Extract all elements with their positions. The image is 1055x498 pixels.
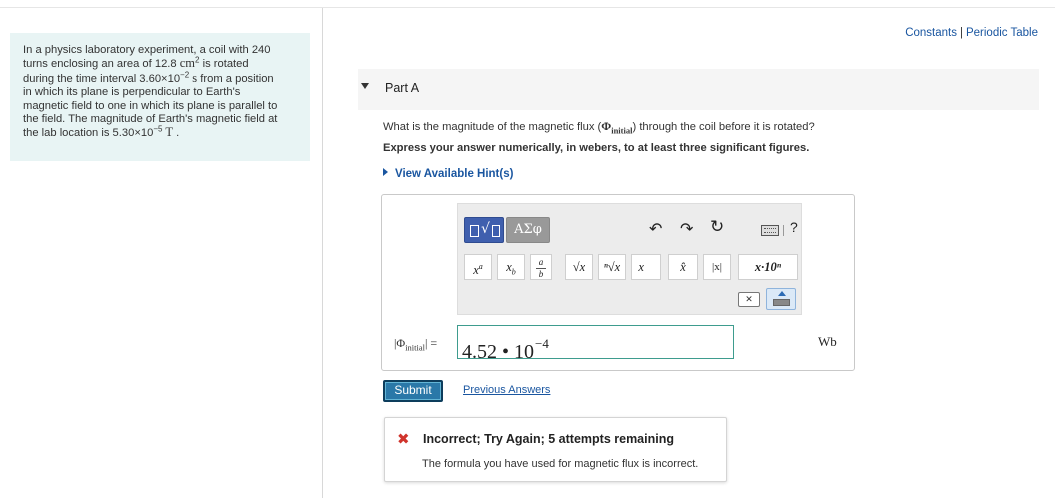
vector-key[interactable]: x⃗ [631,254,661,280]
submit-button[interactable]: Submit [383,380,443,402]
scientific-notation-key[interactable]: x·10ⁿ [738,254,798,280]
keyboard-icon[interactable] [761,225,779,236]
templates-button[interactable]: √ [464,217,504,243]
incorrect-icon: ✖ [397,430,410,448]
answer-unit: Wb [818,334,837,349]
constants-link[interactable]: Constants [905,27,957,39]
feedback-status: Incorrect; Try Again; 5 attempts remaini… [423,432,674,446]
top-divider [0,7,1055,8]
resource-links: Constants | Periodic Table [905,27,1038,39]
problem-line: during the time interval 3.60×10−2 s fro… [23,70,274,85]
undo-icon[interactable]: ↶ [649,219,662,238]
answer-instruction: Express your answer numerically, in webe… [383,142,810,154]
template-box-icon [470,225,479,237]
collapse-caret-icon[interactable] [361,83,369,89]
greek-symbols-button[interactable]: ΑΣφ [506,217,550,243]
problem-line: In a physics laboratory experiment, a co… [23,44,271,56]
redo-icon[interactable]: ↷ [680,219,693,238]
answer-input[interactable]: 4.52 • 10−4 [457,325,734,363]
answer-panel: √ ΑΣφ ↶ ↷ ↻ ? xa xb ab √x ⁿ√x x⃗ x̂ |x| … [381,194,855,371]
problem-line: the lab location is 5.30×10−5 T . [23,124,180,140]
feedback-box: ✖ Incorrect; Try Again; 5 attempts remai… [384,417,727,482]
toolbar-separator [783,225,784,236]
absolute-value-key[interactable]: |x| [703,254,731,280]
template-box-icon [492,225,500,237]
view-hints-toggle[interactable]: View Available Hint(s) [383,168,513,180]
answer-label: |Φinitial| = [394,336,438,353]
feedback-message: The formula you have used for magnetic f… [422,458,699,470]
problem-statement: In a physics laboratory experiment, a co… [10,33,310,161]
expand-triangle-icon [383,168,388,176]
previous-answers-link[interactable]: Previous Answers [463,384,550,396]
problem-line: in which its plane is perpendicular to E… [23,86,241,99]
reset-icon[interactable]: ↻ [710,217,724,237]
link-separator: | [959,27,963,39]
periodic-table-link[interactable]: Periodic Table [966,27,1038,39]
subscript-key[interactable]: xb [497,254,525,280]
problem-line: turns enclosing an area of 12.8 cm2 is r… [23,55,249,71]
math-toolbar: √ ΑΣφ ↶ ↷ ↻ ? xa xb ab √x ⁿ√x x⃗ x̂ |x| … [457,203,802,315]
keyboard-toggle-icon[interactable] [766,288,796,310]
help-button[interactable]: ? [790,219,798,235]
power-key[interactable]: xa [464,254,492,280]
radical-icon: √ [481,221,490,237]
part-title: Part A [385,81,420,95]
fraction-key[interactable]: ab [530,254,552,280]
problem-line: magnetic field to one in which its plane… [23,99,278,112]
question-text: What is the magnitude of the magnetic fl… [383,119,815,136]
column-divider [322,8,323,498]
sqrt-key[interactable]: √x [565,254,593,280]
nth-root-key[interactable]: ⁿ√x [598,254,626,280]
unit-vector-key[interactable]: x̂ [668,254,698,280]
part-a-header[interactable]: Part A [358,69,1039,110]
delete-icon[interactable]: ✕ [738,292,760,307]
